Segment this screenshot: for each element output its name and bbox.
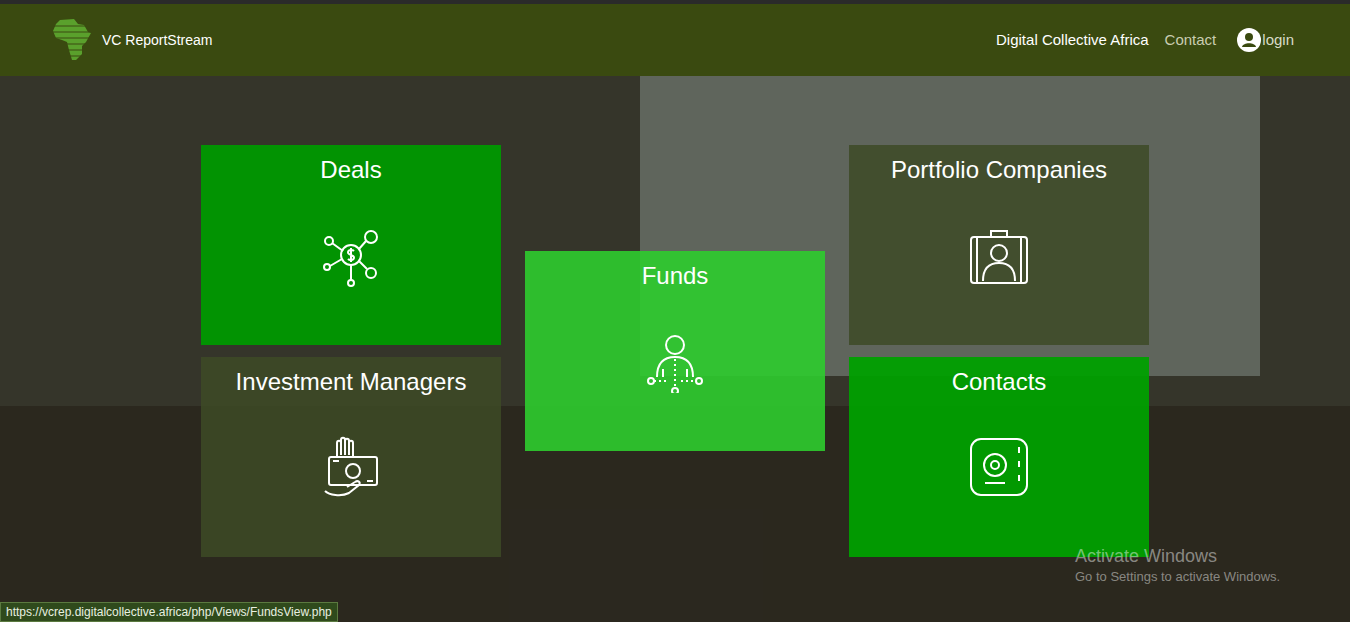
contact-card-icon (967, 435, 1031, 499)
watermark-title: Activate Windows (1075, 544, 1280, 568)
tile-column: Funds (525, 145, 825, 557)
login-link[interactable]: login (1236, 27, 1294, 53)
hero: Deals Investment Managers Funds Portfolio C… (0, 76, 1350, 622)
nav-link[interactable]: Digital Collective Africa (996, 29, 1149, 52)
brand-name[interactable]: VC ReportStream (102, 30, 212, 51)
tile-title[interactable]: Deals (312, 155, 389, 185)
brand[interactable]: VC ReportStream (52, 18, 212, 62)
page: VC ReportStream Digital Collective Afric… (0, 0, 1350, 622)
header: VC ReportStream Digital Collective Afric… (0, 4, 1350, 76)
nav-tile[interactable]: Deals (201, 145, 501, 345)
briefcase-person-icon (967, 223, 1031, 287)
deals-icon (319, 223, 383, 287)
nav-tile[interactable]: Contacts (849, 357, 1149, 557)
tile-title[interactable]: Portfolio Companies (883, 155, 1115, 185)
tile-title[interactable]: Funds (634, 261, 717, 291)
user-icon (1236, 27, 1262, 53)
tile-column: Deals Investment Managers (201, 145, 501, 557)
hand-money-icon (319, 435, 383, 499)
watermark-subtitle: Go to Settings to activate Windows. (1075, 568, 1280, 586)
tile-column: Portfolio Companies Contacts (849, 145, 1149, 557)
nav-link[interactable]: Contact (1165, 29, 1217, 52)
nav-tile[interactable]: Portfolio Companies (849, 145, 1149, 345)
nav-tile[interactable]: Investment Managers (201, 357, 501, 557)
tile-title[interactable]: Investment Managers (228, 367, 475, 397)
tile-title[interactable]: Contacts (944, 367, 1055, 397)
person-network-icon (643, 329, 707, 393)
tile-grid: Deals Investment Managers Funds Portfolio C… (201, 145, 1149, 557)
windows-watermark: Activate Windows Go to Settings to activ… (1075, 544, 1280, 586)
top-nav: Digital Collective Africa Contact login (996, 27, 1294, 53)
status-bar: https://vcrep.digitalcollective.africa/p… (0, 602, 338, 622)
nav-tile[interactable]: Funds (525, 251, 825, 451)
login-label[interactable]: login (1262, 29, 1294, 52)
africa-logo-icon (52, 18, 92, 62)
